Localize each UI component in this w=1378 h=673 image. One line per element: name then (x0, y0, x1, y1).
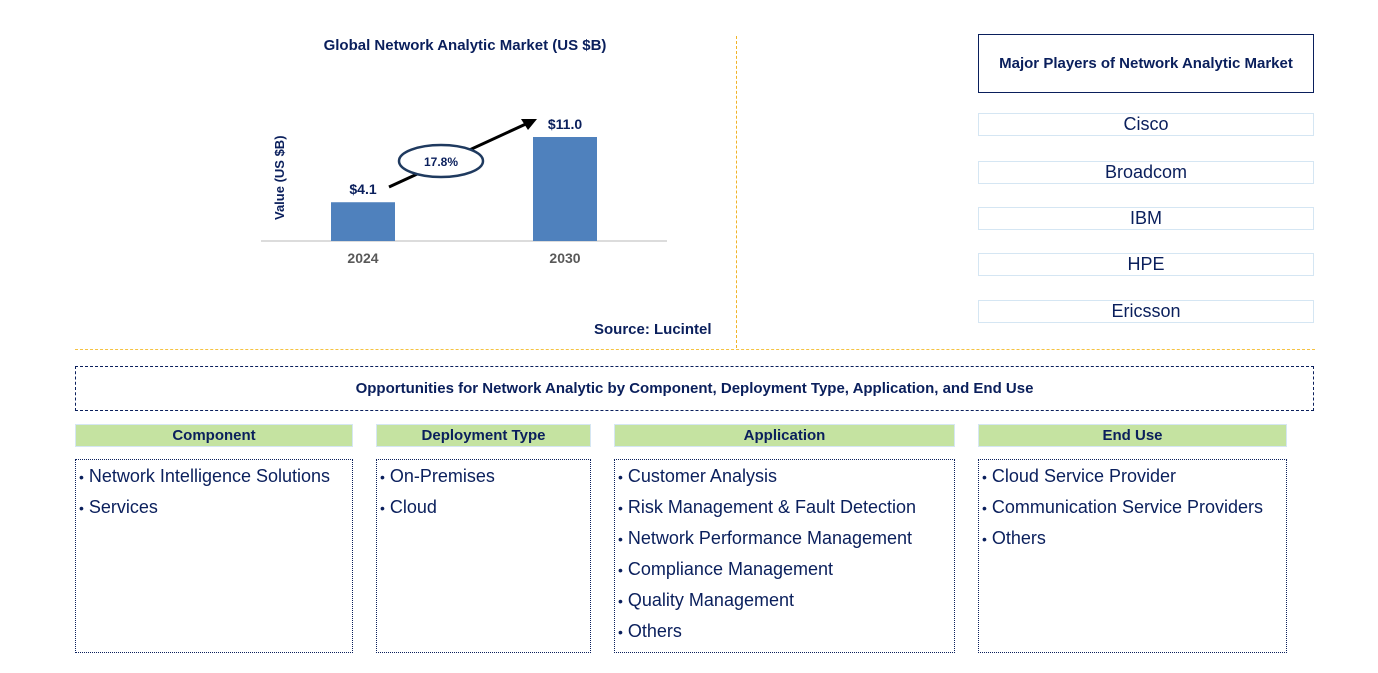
chart-title: Global Network Analytic Market (US $B) (323, 37, 607, 54)
segment-header-end-use: End Use (978, 424, 1287, 447)
player-item: Cisco (978, 113, 1314, 136)
cagr-annotation: 17.8% (388, 119, 537, 189)
player-item: IBM (978, 207, 1314, 230)
list-item: Others (982, 523, 1286, 554)
list-item: Quality Management (618, 585, 954, 616)
cagr-label: 17.8% (424, 155, 458, 169)
list-item: Risk Management & Fault Detection (618, 492, 954, 523)
data-label-2030: $11.0 (548, 116, 582, 132)
data-label-2024: $4.1 (349, 181, 376, 197)
horizontal-divider (75, 349, 1315, 350)
bar-2024 (331, 202, 395, 241)
player-item: HPE (978, 253, 1314, 276)
segment-list-deployment-type: On-Premises Cloud (376, 459, 591, 653)
list-item: Cloud Service Provider (982, 461, 1286, 492)
list-item: On-Premises (380, 461, 590, 492)
y-axis-label: Value (US $B) (272, 135, 287, 220)
list-item: Compliance Management (618, 554, 954, 585)
source-label: Source: Lucintel (594, 321, 712, 338)
list-item: Others (618, 616, 954, 647)
player-item: Broadcom (978, 161, 1314, 184)
list-item: Communication Service Providers (982, 492, 1286, 523)
vertical-divider (736, 36, 737, 348)
segment-list-component: Network Intelligence Solutions Services (75, 459, 353, 653)
segment-header-application: Application (614, 424, 955, 447)
opportunities-title: Opportunities for Network Analytic by Co… (75, 366, 1314, 411)
segment-header-component: Component (75, 424, 353, 447)
player-item: Ericsson (978, 300, 1314, 323)
bar-chart: Value (US $B) $4.1 2024 $11.0 2030 17.8% (261, 116, 667, 266)
list-item: Network Performance Management (618, 523, 954, 554)
players-title: Major Players of Network Analytic Market (978, 34, 1314, 93)
segment-list-end-use: Cloud Service Provider Communication Ser… (978, 459, 1287, 653)
segment-header-deployment-type: Deployment Type (376, 424, 591, 447)
list-item: Network Intelligence Solutions (79, 461, 352, 492)
x-tick-label-2030: 2030 (549, 250, 580, 266)
list-item: Services (79, 492, 352, 523)
bar-2030 (533, 137, 597, 241)
list-item: Cloud (380, 492, 590, 523)
x-tick-label-2024: 2024 (347, 250, 378, 266)
segment-list-application: Customer Analysis Risk Management & Faul… (614, 459, 955, 653)
list-item: Customer Analysis (618, 461, 954, 492)
